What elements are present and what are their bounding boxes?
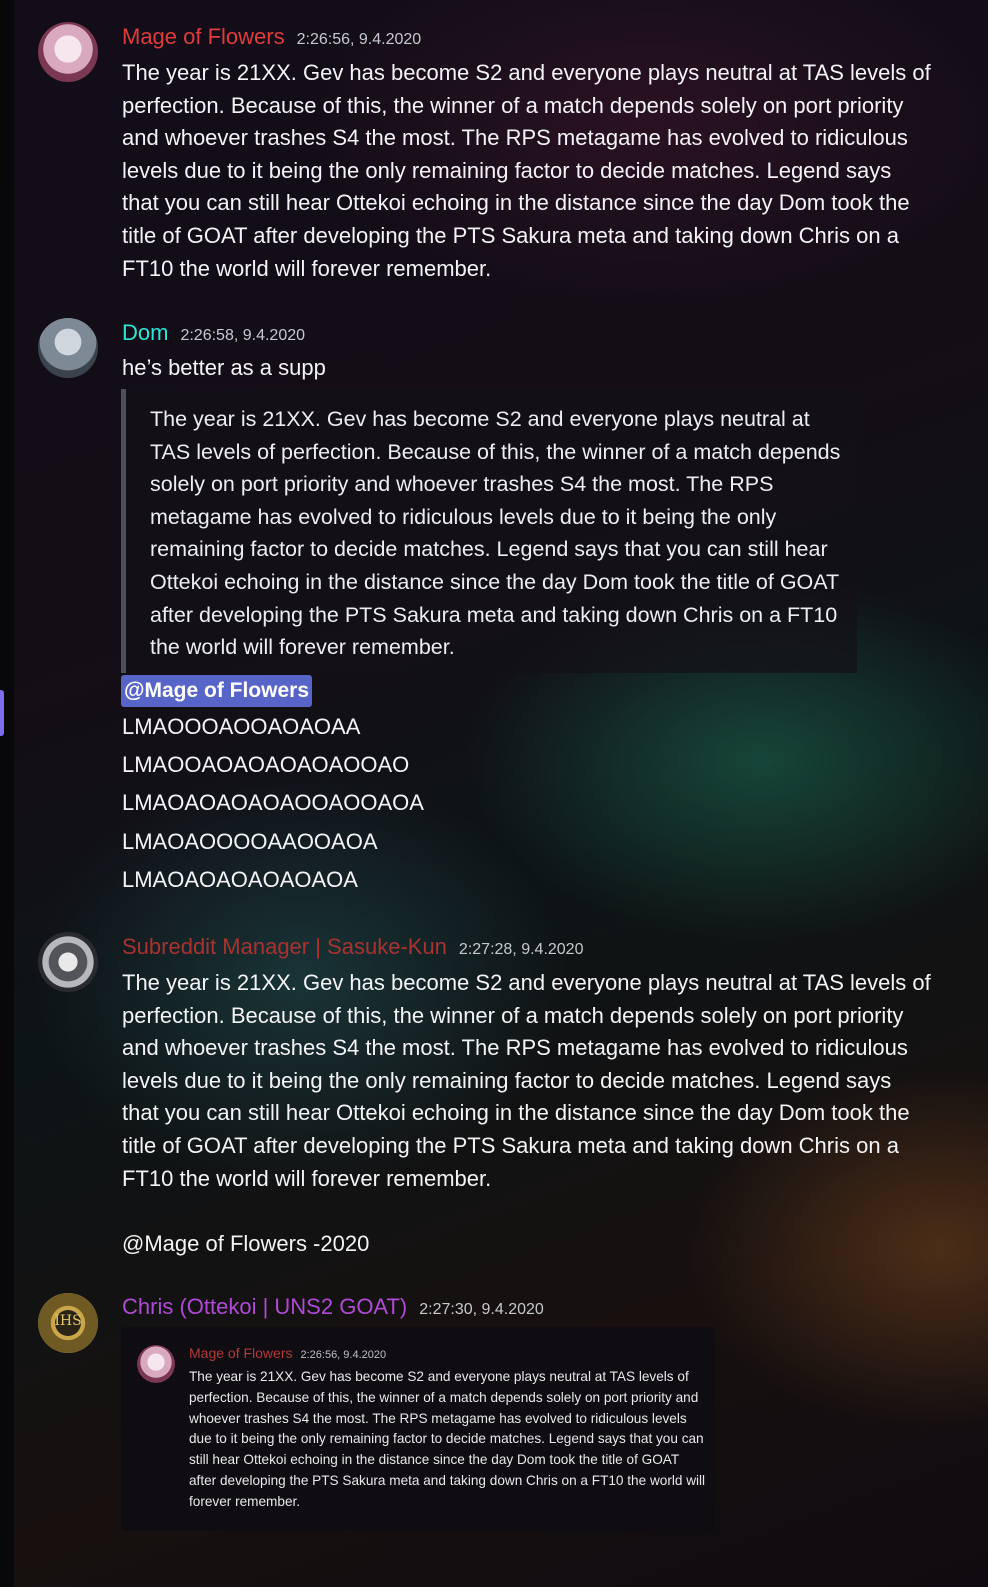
- avatar[interactable]: [38, 22, 98, 82]
- message-header: Mage of Flowers 2:26:56, 9.4.2020: [189, 1345, 386, 1361]
- message-text: he’s better as a supp: [122, 355, 326, 380]
- username[interactable]: Dom: [122, 320, 168, 346]
- username[interactable]: Mage of Flowers: [122, 24, 285, 50]
- text-line: LMAOOAOAOAOAOAOOAO: [122, 752, 410, 777]
- timestamp: 2:26:58, 9.4.2020: [180, 327, 306, 344]
- avatar[interactable]: [38, 318, 98, 378]
- timestamp: 2:26:56, 9.4.2020: [296, 31, 422, 48]
- text-line: LMAOAOAOAOAOAOA: [122, 867, 358, 892]
- message-text: The year is 21XX. Gev has become S2 and …: [122, 60, 931, 281]
- message-header: Mage of Flowers 2:26:56, 9.4.2020: [122, 24, 421, 50]
- message-header: Subreddit Manager | Sasuke-Kun 2:27:28, …: [122, 934, 583, 960]
- quote-text: The year is 21XX. Gev has become S2 and …: [150, 407, 841, 660]
- server-sidebar-edge: [0, 0, 14, 1587]
- block-quote: The year is 21XX. Gev has become S2 and …: [121, 389, 857, 673]
- text-line: LMAOAOOOOAAOOAOA: [122, 829, 378, 854]
- image-attachment[interactable]: Mage of Flowers 2:26:56, 9.4.2020 The ye…: [121, 1327, 715, 1531]
- text-line: LMAOAOAOAOAOOAOOAOA: [122, 790, 424, 815]
- timestamp: 2:27:28, 9.4.2020: [458, 941, 584, 958]
- message-header: Dom 2:26:58, 9.4.2020: [122, 320, 305, 346]
- unread-indicator: [0, 690, 4, 736]
- text-line: LMAOOOAOOAOAOAA: [122, 714, 361, 739]
- user-mention[interactable]: @Mage of Flowers: [121, 675, 313, 707]
- username[interactable]: Chris (Ottekoi | UNS2 GOAT): [122, 1294, 407, 1320]
- avatar[interactable]: IHS: [38, 1293, 98, 1353]
- username: Mage of Flowers: [189, 1345, 293, 1361]
- avatar: [137, 1345, 175, 1383]
- avatar[interactable]: [38, 932, 98, 992]
- message-header: Chris (Ottekoi | UNS2 GOAT) 2:27:30, 9.4…: [122, 1294, 544, 1320]
- message-text: The year is 21XX. Gev has become S2 and …: [189, 1369, 706, 1509]
- avatar-seal-text: IHS: [54, 1313, 82, 1329]
- username[interactable]: Subreddit Manager | Sasuke-Kun: [122, 934, 447, 960]
- chat-view: Mage of Flowers 2:26:56, 9.4.2020 The ye…: [0, 0, 988, 1587]
- message-text: The year is 21XX. Gev has become S2 and …: [122, 970, 931, 1256]
- timestamp: 2:27:30, 9.4.2020: [419, 1301, 544, 1318]
- timestamp: 2:26:56, 9.4.2020: [300, 1349, 387, 1361]
